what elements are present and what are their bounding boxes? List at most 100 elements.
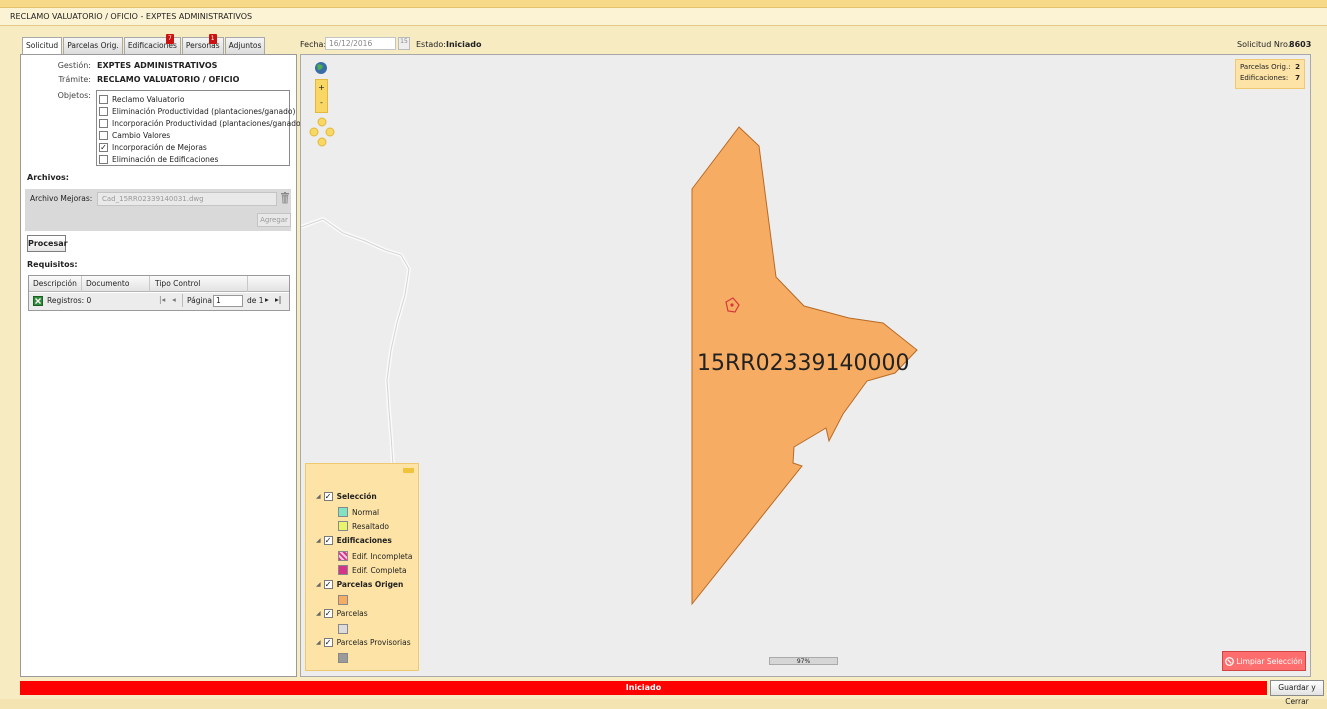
- legend-item-normal: Normal: [338, 507, 379, 517]
- legend-group-seleccion[interactable]: ◢ ✓ Selección: [316, 492, 377, 501]
- edificaciones-summary: Edificaciones: 7: [1240, 74, 1300, 82]
- guardar-cerrar-button[interactable]: Guardar y Cerrar: [1270, 680, 1324, 706]
- pan-control-icon: [309, 117, 335, 147]
- map-legend: ◢ ✓ Selección Normal Resaltado ◢ ✓ Edificaci…: [305, 463, 419, 671]
- legend-swatch: [338, 595, 348, 605]
- checkbox[interactable]: [99, 118, 108, 128]
- objeto-reclamo-valuatorio[interactable]: Reclamo Valuatorio: [99, 93, 184, 105]
- expand-triangle-icon[interactable]: ◢: [316, 581, 321, 588]
- checkbox[interactable]: [99, 154, 108, 164]
- tab-parcelas-orig[interactable]: Parcelas Orig.: [63, 37, 123, 54]
- legend-group-label: Selección: [336, 492, 377, 501]
- archivo-mejoras-group: Archivo Mejoras: Cad_15RR02339140031.dwg…: [25, 189, 291, 231]
- objeto-label: Cambio Valores: [112, 130, 171, 140]
- legend-group-parcelas-provisorias[interactable]: ◢ ✓ Parcelas Provisorias: [316, 638, 411, 647]
- objeto-incorporacion-productividad[interactable]: Incorporación Productividad (plantacione…: [99, 117, 301, 129]
- column-header[interactable]: Documento: [86, 279, 129, 288]
- excel-export-icon[interactable]: [33, 296, 43, 306]
- grid-header: Descripción Documento Tipo Control: [29, 276, 289, 292]
- tab-solicitud[interactable]: Solicitud: [22, 37, 63, 55]
- objeto-incorporacion-mejoras[interactable]: ✓ Incorporación de Mejoras: [99, 141, 207, 153]
- objetos-list: Reclamo Valuatorio Eliminación Productiv…: [96, 90, 301, 166]
- checkbox[interactable]: [99, 106, 108, 116]
- pager-divider: [182, 294, 183, 307]
- column-divider: [149, 276, 150, 292]
- archivo-mejoras-label: Archivo Mejoras:: [30, 194, 93, 203]
- checkbox-checked[interactable]: ✓: [323, 609, 333, 618]
- legend-swatch: [338, 507, 348, 517]
- map-viewer[interactable]: + - 15RR02339140000 Parcelas Orig.: 2 Ed…: [300, 54, 1311, 677]
- solicitud-number: 8603: [1289, 40, 1312, 49]
- agregar-button[interactable]: Agregar: [257, 213, 291, 227]
- legend-swatch: [338, 551, 348, 561]
- legend-group-label: Parcelas: [336, 609, 368, 618]
- building-marker-dot: [730, 303, 734, 307]
- expand-triangle-icon[interactable]: ◢: [316, 493, 321, 500]
- tab-label: Parcelas Orig.: [67, 41, 119, 50]
- first-page-icon[interactable]: |◂: [159, 295, 165, 304]
- archivos-title: Archivos:: [27, 173, 69, 182]
- legend-item-parcelas-provisorias: [338, 653, 352, 663]
- checkbox-checked[interactable]: ✓: [323, 492, 333, 501]
- legend-item-parcelas: [338, 624, 352, 634]
- zoom-in-button[interactable]: +: [316, 80, 327, 95]
- column-divider: [247, 276, 248, 292]
- collapse-legend-button[interactable]: [403, 468, 414, 473]
- last-page-icon[interactable]: ▸|: [275, 295, 281, 304]
- tab-edificaciones[interactable]: Edificaciones 7: [123, 34, 181, 54]
- objeto-cambio-valores[interactable]: Cambio Valores: [99, 129, 170, 141]
- column-header[interactable]: Tipo Control: [155, 279, 200, 288]
- legend-group-parcelas-origen[interactable]: ◢ ✓ Parcelas Origen: [316, 580, 403, 589]
- legend-group-edificaciones[interactable]: ◢ ✓ Edificaciones: [316, 536, 392, 545]
- fecha-label: Fecha:: [300, 40, 327, 49]
- checkbox[interactable]: [99, 130, 108, 140]
- checkbox-checked[interactable]: ✓: [323, 580, 333, 589]
- tab-label: Adjuntos: [228, 41, 262, 50]
- legend-swatch: [338, 624, 348, 634]
- objeto-eliminacion-edificaciones[interactable]: Eliminación de Edificaciones: [99, 153, 218, 165]
- objeto-eliminacion-productividad[interactable]: Eliminación Productividad (plantaciones/…: [99, 105, 295, 117]
- objetos-label: Objetos:: [57, 91, 91, 100]
- checkbox[interactable]: [99, 94, 108, 104]
- button-label: Limpiar Selección: [1236, 656, 1303, 666]
- legend-label: Edif. Incompleta: [352, 551, 413, 561]
- procesar-button[interactable]: Procesar: [27, 235, 68, 252]
- legend-label: Normal: [352, 507, 380, 517]
- grid-pager: Registros: 0 |◂ ◂ Página 1 de 1 ▸ ▸|: [29, 293, 289, 310]
- page-number-input[interactable]: 1: [213, 295, 243, 307]
- legend-swatch: [338, 565, 348, 575]
- solicitud-panel: Gestión: EXPTES ADMINISTRATIVOS Trámite:…: [20, 54, 301, 677]
- parcelas-summary: Parcelas Orig.: 2: [1240, 63, 1300, 71]
- expand-triangle-icon[interactable]: ◢: [316, 639, 321, 646]
- page-total: de 1: [247, 296, 264, 305]
- tramite-label: Trámite:: [58, 75, 91, 84]
- tab-personas[interactable]: Personas 1: [181, 34, 224, 54]
- limpiar-seleccion-button[interactable]: Limpiar Selección: [1222, 651, 1306, 671]
- registros-count: Registros: 0: [47, 296, 92, 305]
- requisitos-title: Requisitos:: [27, 260, 78, 269]
- legend-group-label: Parcelas Provisorias: [336, 638, 411, 647]
- objeto-label: Eliminación Productividad (plantaciones/…: [112, 106, 296, 116]
- checkbox-checked[interactable]: ✓: [323, 536, 333, 545]
- objeto-label: Incorporación de Mejoras: [112, 142, 207, 152]
- status-bar: Iniciado: [20, 681, 1267, 695]
- column-header[interactable]: Descripción: [33, 279, 77, 288]
- summary-value: 2: [1295, 63, 1300, 71]
- trash-icon[interactable]: [280, 192, 290, 204]
- checkbox-checked[interactable]: ✓: [99, 142, 108, 152]
- calendar-icon[interactable]: 15: [398, 37, 410, 50]
- summary-value: 7: [1295, 74, 1300, 82]
- legend-group-parcelas[interactable]: ◢ ✓ Parcelas: [316, 609, 368, 618]
- archivo-mejoras-field[interactable]: Cad_15RR02339140031.dwg: [97, 192, 277, 206]
- expand-triangle-icon[interactable]: ◢: [316, 537, 321, 544]
- next-page-icon[interactable]: ▸: [265, 295, 269, 304]
- tab-adjuntos[interactable]: Adjuntos: [224, 37, 266, 54]
- checkbox-checked[interactable]: ✓: [323, 638, 333, 647]
- tab-label: Solicitud: [26, 41, 59, 50]
- expand-triangle-icon[interactable]: ◢: [316, 610, 321, 617]
- prev-page-icon[interactable]: ◂: [172, 295, 176, 304]
- summary-panel: Parcelas Orig.: 2 Edificaciones: 7: [1235, 59, 1305, 89]
- zoom-out-button[interactable]: -: [316, 95, 327, 110]
- fecha-field[interactable]: 16/12/2016: [325, 37, 396, 50]
- column-divider: [81, 276, 82, 292]
